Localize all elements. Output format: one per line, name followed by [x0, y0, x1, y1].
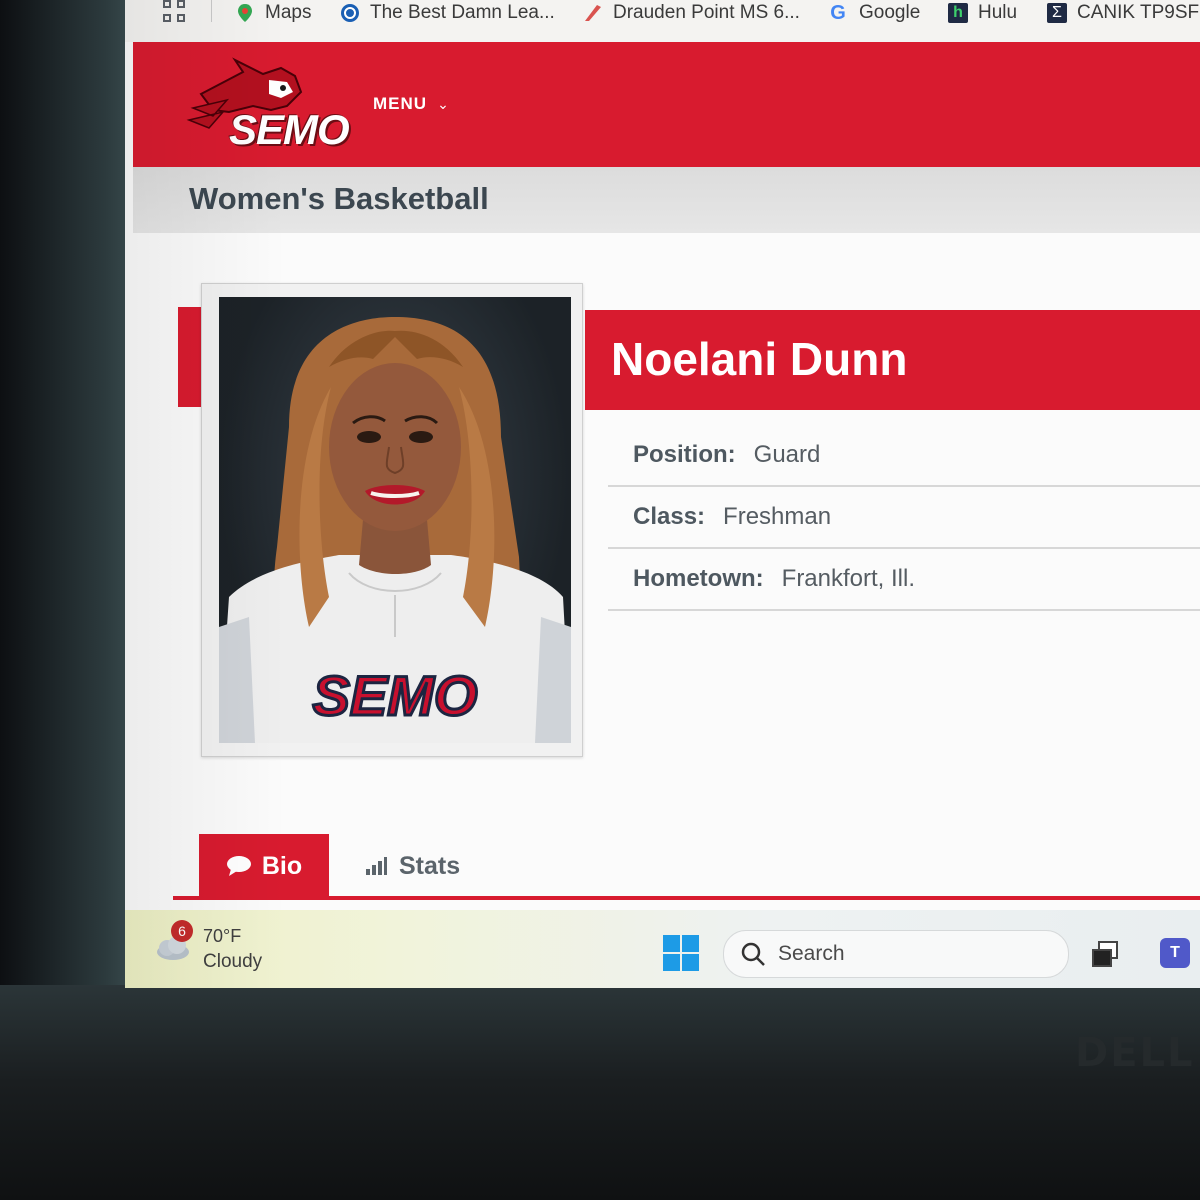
teams-icon[interactable]: T [1160, 938, 1190, 968]
bookmarks-divider [211, 0, 212, 22]
info-label: Class: [633, 502, 706, 530]
task-view-icon[interactable] [1091, 940, 1119, 968]
player-name-banner: Noelani Dunn [585, 310, 1200, 410]
apps-grid-icon[interactable] [163, 0, 187, 24]
globe-icon [341, 4, 359, 22]
drauden-icon [585, 5, 601, 21]
bookmark-maps[interactable]: Maps [235, 0, 311, 26]
weather-notification-badge: 6 [171, 920, 193, 942]
bookmark-label: Hulu [978, 2, 1018, 23]
bookmark-google[interactable]: G Google [827, 0, 920, 26]
bar-chart-icon [366, 857, 387, 875]
taskbar-search[interactable]: Search [723, 930, 1069, 978]
sport-bar: Women's Basketball [133, 167, 1200, 233]
bookmarks-bar: Maps The Best Damn Lea... Drauden Point … [125, 0, 1200, 42]
screen: Maps The Best Damn Lea... Drauden Point … [125, 0, 1200, 988]
maps-pin-icon [238, 4, 252, 22]
dell-logo: DELL [1075, 1030, 1195, 1076]
bookmark-label: The Best Damn Lea... [370, 2, 555, 23]
menu-label: MENU [373, 94, 428, 113]
player-portrait-image: SEMO [219, 317, 571, 743]
page-title: Women's Basketball [189, 181, 489, 216]
player-photo: SEMO [219, 297, 571, 743]
bookmark-label: Drauden Point MS 6... [613, 2, 800, 23]
bookmark-drauden-point[interactable]: Drauden Point MS 6... [583, 0, 800, 26]
sigma-icon: Σ [1047, 3, 1067, 23]
bookmark-canik[interactable]: Σ CANIK TP9SF E [1047, 0, 1200, 26]
taskbar: 6 70°F Cloudy Search T [125, 910, 1200, 988]
info-value: Frankfort, Ill. [781, 564, 916, 592]
tab-underline [173, 896, 1200, 900]
info-row-position: Position: Guard [608, 424, 1200, 487]
tab-bio[interactable]: Bio [199, 834, 329, 898]
menu-button[interactable]: MENU ⌄ [373, 94, 450, 114]
info-label: Hometown: [633, 564, 764, 592]
bookmark-best-damn[interactable]: The Best Damn Lea... [340, 0, 555, 26]
info-row-hometown: Hometown: Frankfort, Ill. [608, 548, 1200, 611]
laptop-bezel [0, 985, 1200, 1200]
site-header: SEMO MENU ⌄ [133, 42, 1200, 167]
info-value: Freshman [723, 502, 832, 530]
info-label: Position: [633, 440, 736, 468]
bookmark-hulu[interactable]: h Hulu [948, 0, 1017, 26]
bookmark-label: CANIK TP9SF E [1077, 2, 1200, 23]
logo-wordmark: SEMO [229, 106, 350, 153]
google-icon: G [830, 2, 846, 24]
weather-condition[interactable]: Cloudy [203, 951, 262, 973]
search-placeholder: Search [778, 942, 845, 965]
weather-temperature[interactable]: 70°F [203, 926, 241, 947]
bookmark-label: Maps [265, 2, 312, 23]
info-value: Guard [753, 440, 821, 468]
player-name: Noelani Dunn [611, 333, 908, 385]
windows-start-icon[interactable] [663, 935, 699, 971]
tab-stats[interactable]: Stats [365, 834, 460, 898]
bookmark-label: Google [859, 2, 921, 23]
tab-label: Bio [261, 851, 303, 880]
info-row-class: Class: Freshman [608, 486, 1200, 549]
hulu-icon: h [948, 3, 968, 23]
tab-label: Stats [399, 851, 461, 880]
speech-bubble-icon [226, 856, 251, 876]
player-photo-frame: SEMO [201, 283, 583, 757]
chevron-down-icon: ⌄ [437, 95, 450, 112]
search-icon [741, 942, 765, 966]
jersey-wordmark: SEMO [313, 664, 478, 727]
